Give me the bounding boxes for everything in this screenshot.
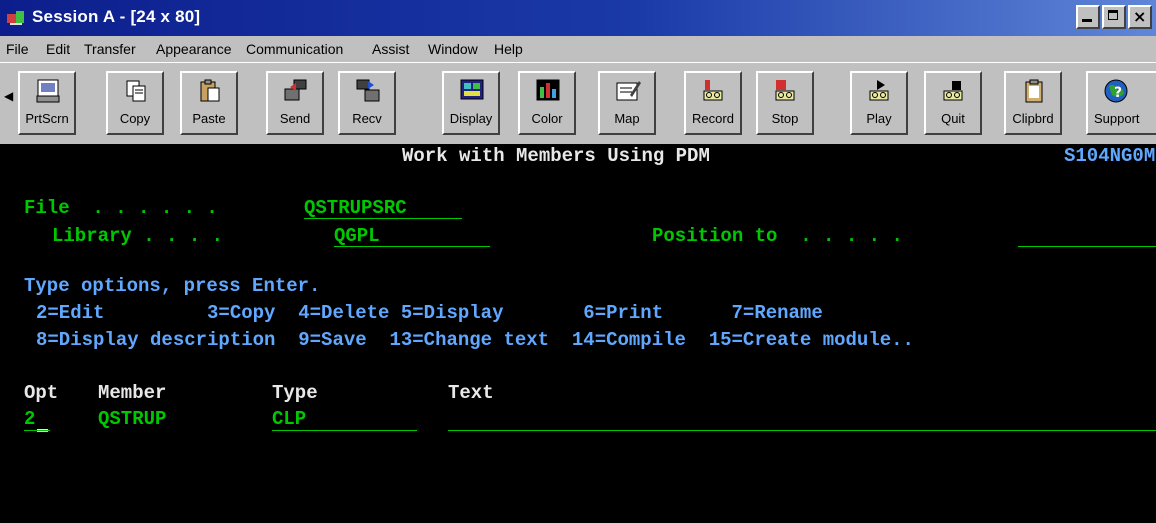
map-icon bbox=[616, 81, 641, 101]
opt-field-underline bbox=[24, 430, 50, 431]
prtscrn-button[interactable]: PrtScrn bbox=[18, 71, 76, 135]
file-label: File . . . . . . bbox=[24, 197, 218, 219]
receive-icon bbox=[356, 79, 380, 102]
type-field-underline bbox=[272, 430, 417, 431]
text-field-underline bbox=[448, 430, 1156, 431]
maximize-icon bbox=[1108, 10, 1118, 20]
menu-window[interactable]: Window bbox=[428, 41, 478, 57]
support-icon: ? bbox=[1104, 79, 1128, 103]
position-to-label: Position to . . . . . bbox=[652, 225, 903, 247]
options-line-1: 2=Edit 3=Copy 4=Delete 5=Display 6=Print… bbox=[36, 302, 823, 324]
stop-button[interactable]: Stop bbox=[756, 71, 814, 135]
menu-communication[interactable]: Communication bbox=[246, 41, 343, 57]
toolbar-label: Send bbox=[279, 111, 311, 126]
scroll-left-icon[interactable]: ◀ bbox=[4, 89, 13, 103]
instructions: Type options, press Enter. bbox=[24, 275, 321, 297]
toolbar-label: Color bbox=[531, 111, 563, 126]
column-header-type: Type bbox=[272, 382, 318, 404]
file-field[interactable]: QSTRUPSRC bbox=[304, 197, 407, 219]
toolbar-label: PrtScrn bbox=[25, 111, 69, 126]
record-icon bbox=[703, 80, 723, 101]
file-field-underline bbox=[304, 218, 462, 219]
display-icon bbox=[460, 79, 484, 100]
library-label: Library . . . . bbox=[52, 225, 224, 247]
menu-bar: File Edit Transfer Appearance Communicat… bbox=[0, 36, 1156, 62]
play-button[interactable]: Play bbox=[850, 71, 908, 135]
library-field[interactable]: QGPL bbox=[334, 225, 380, 247]
copy-button[interactable]: Copy bbox=[106, 71, 164, 135]
svg-text:?: ? bbox=[1114, 85, 1122, 101]
column-header-member: Member bbox=[98, 382, 167, 404]
toolbar-label: Record bbox=[692, 111, 734, 126]
color-button[interactable]: Color bbox=[518, 71, 576, 135]
type-field[interactable]: CLP bbox=[272, 408, 306, 430]
member-name: QSTRUP bbox=[98, 408, 167, 430]
maximize-button[interactable] bbox=[1102, 5, 1126, 29]
system-name: S104NG0M bbox=[1064, 145, 1156, 167]
print-screen-icon bbox=[36, 79, 60, 103]
menu-edit[interactable]: Edit bbox=[46, 41, 70, 57]
toolbar: ◀ PrtScrn Copy Paste Send Recv Display C… bbox=[0, 62, 1156, 144]
menu-assist[interactable]: Assist bbox=[372, 41, 409, 57]
window-title-bar[interactable]: Session A - [24 x 80] × bbox=[0, 0, 1156, 36]
quit-button[interactable]: Quit bbox=[924, 71, 982, 135]
options-line-2: 8=Display description 9=Save 13=Change t… bbox=[36, 329, 914, 351]
quit-icon bbox=[943, 81, 963, 101]
minimize-button[interactable] bbox=[1076, 5, 1100, 29]
display-button[interactable]: Display bbox=[442, 71, 500, 135]
minimize-icon bbox=[1082, 19, 1092, 22]
clipbrd-button[interactable]: Clipbrd bbox=[1004, 71, 1062, 135]
toolbar-label: Copy bbox=[119, 111, 151, 126]
toolbar-label: Recv bbox=[352, 111, 382, 126]
paste-button[interactable]: Paste bbox=[180, 71, 238, 135]
toolbar-label: Stop bbox=[771, 111, 799, 126]
stop-icon bbox=[775, 80, 795, 101]
close-icon: × bbox=[1133, 7, 1147, 26]
toolbar-label: Quit bbox=[941, 111, 965, 126]
clipboard-icon bbox=[1025, 79, 1043, 103]
close-button[interactable]: × bbox=[1128, 5, 1152, 29]
color-icon bbox=[536, 79, 560, 101]
app-icon[interactable] bbox=[6, 9, 26, 27]
opt-field[interactable]: 2 bbox=[24, 408, 35, 430]
map-button[interactable]: Map bbox=[598, 71, 656, 135]
toolbar-label: Paste bbox=[192, 111, 226, 126]
recv-button[interactable]: Recv bbox=[338, 71, 396, 135]
support-button[interactable]: ? Support bbox=[1086, 71, 1156, 135]
toolbar-label: Play bbox=[866, 111, 892, 126]
play-icon bbox=[869, 80, 889, 101]
library-field-underline bbox=[334, 246, 490, 247]
menu-help[interactable]: Help bbox=[494, 41, 523, 57]
toolbar-label: Support bbox=[1094, 111, 1140, 126]
paste-icon bbox=[200, 79, 220, 102]
send-icon bbox=[284, 79, 307, 101]
record-button[interactable]: Record bbox=[684, 71, 742, 135]
screen-heading: Work with Members Using PDM bbox=[402, 145, 710, 167]
send-button[interactable]: Send bbox=[266, 71, 324, 135]
toolbar-label: Display bbox=[449, 111, 493, 126]
menu-appearance[interactable]: Appearance bbox=[156, 41, 232, 57]
toolbar-label: Clipbrd bbox=[1012, 111, 1054, 126]
menu-transfer[interactable]: Transfer bbox=[84, 41, 136, 57]
terminal-screen[interactable]: Work with Members Using PDM S104NG0M Fil… bbox=[0, 144, 1156, 523]
toolbar-label: Map bbox=[614, 111, 640, 126]
window-title: Session A - [24 x 80] bbox=[32, 7, 201, 26]
copy-icon bbox=[126, 80, 146, 102]
menu-file[interactable]: File bbox=[6, 41, 29, 57]
column-header-opt: Opt bbox=[24, 382, 59, 404]
column-header-text: Text bbox=[448, 382, 494, 404]
position-to-field-underline bbox=[1018, 246, 1156, 247]
